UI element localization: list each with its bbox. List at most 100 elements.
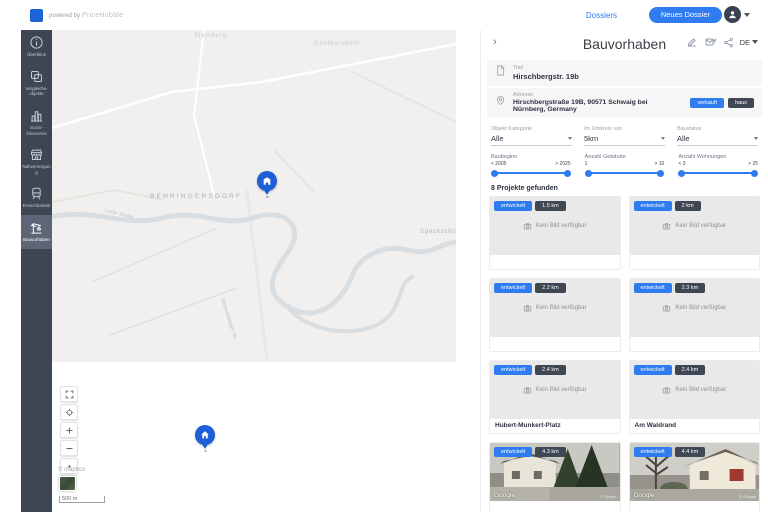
sidebar-item-ueberblick[interactable]: Überblick [21, 30, 52, 64]
project-title [630, 255, 760, 269]
distance-badge: 2.4 km [535, 365, 566, 375]
property-type-badge[interactable]: haus [728, 98, 754, 108]
minus-icon [65, 444, 74, 453]
project-card[interactable]: entwickelt 1.5 km Kein Bild verfügbar [489, 196, 621, 270]
sidebar-item-sozio-oekonomie[interactable]: Sozio-Ökonomie [21, 103, 52, 142]
project-card[interactable]: entwickelt 4.4 km Google © Google [629, 442, 761, 512]
share-icon[interactable] [723, 37, 734, 48]
app-window: powered by PriceHubble Dossiers Neues Do… [0, 0, 768, 512]
no-image-text: Kein Bild verfügbar [536, 223, 587, 229]
map-tiles: Steinberg Günthersbühl BEHRINGERSDORF Sp… [52, 30, 456, 362]
zoom-out-button[interactable] [60, 440, 78, 456]
top-bar: powered by PriceHubble Dossiers Neues Do… [0, 0, 768, 30]
project-card[interactable]: entwickelt 2 km Kein Bild verfügbar [629, 196, 761, 270]
map-label-behringersdorf: BEHRINGERSDORF [150, 193, 242, 200]
project-title [490, 255, 620, 269]
document-icon [495, 64, 506, 82]
filter-value: Alle [677, 134, 690, 143]
chevron-down-icon [754, 137, 758, 140]
distance-badge: 4.3 km [535, 447, 566, 457]
google-watermark: Google [634, 492, 655, 499]
filter-label: Im Umkreis von [584, 126, 665, 132]
project-title: Hubert-Munkert-Platz [490, 419, 620, 433]
bauvorhaben-panel: › Bauvorhaben [480, 30, 768, 512]
building-icon [262, 176, 272, 186]
language-selector[interactable]: DE [740, 38, 758, 47]
collapse-panel-icon[interactable]: › [493, 37, 497, 48]
distance-badge: 4.4 km [675, 447, 706, 457]
home-icon [200, 430, 210, 440]
filter-label: Objekt Kategorie [491, 126, 572, 132]
chevron-down-icon [744, 13, 750, 17]
person-icon [727, 9, 738, 20]
map-marker-project[interactable] [257, 171, 277, 191]
project-title [490, 337, 620, 351]
distance-badge: 2.3 km [675, 283, 706, 293]
map-marker-subject[interactable] [195, 425, 215, 445]
sidebar-item-label: Vergleichs-objekte [22, 86, 51, 97]
mapbox-attribution[interactable]: © mapbox [58, 467, 85, 473]
info-icon [29, 35, 44, 50]
filter-umkreis[interactable]: Im Umkreis von 5km [584, 126, 665, 146]
camera-icon [662, 222, 671, 230]
slider-max: > 2025 [555, 161, 570, 167]
deal-type-badge[interactable]: verkauft [690, 98, 724, 108]
user-menu[interactable] [724, 6, 750, 23]
google-attribution: © Google [600, 494, 617, 499]
no-image-text: Kein Bild verfügbar [675, 223, 726, 229]
slider-max: > 10 [654, 161, 664, 167]
layer-switcher-thumbnail[interactable] [59, 476, 76, 491]
sidebar-item-bauvorhaben[interactable]: Bauvorhaben [21, 215, 52, 249]
sidebar-item-erreichbarkeit[interactable]: Erreichbarkeit [21, 181, 52, 215]
sidebar-item-nahversorgung[interactable]: Nahversorgung [21, 142, 52, 181]
map-label-steinberg: Steinberg [194, 33, 227, 39]
slider-handle[interactable] [751, 170, 758, 177]
status-badge: entwickelt [494, 365, 532, 375]
slider-handle[interactable] [564, 170, 571, 177]
distance-badge: 2.2 km [535, 283, 566, 293]
filter-objekt-kategorie[interactable]: Objekt Kategorie Alle [491, 126, 572, 146]
new-dossier-button[interactable]: Neues Dossier [649, 7, 722, 23]
slider-min: < 2005 [491, 161, 506, 167]
project-card[interactable]: entwickelt 2.2 km Kein Bild verfügbar [489, 278, 621, 352]
zoom-in-button[interactable] [60, 422, 78, 438]
status-badge: entwickelt [634, 365, 672, 375]
status-badge: entwickelt [634, 283, 672, 293]
brand-wordmark: PriceHubble [82, 12, 123, 19]
edit-icon[interactable] [686, 36, 698, 48]
slider-handle[interactable] [657, 170, 664, 177]
filter-baustatus[interactable]: Baustatus Alle [677, 126, 758, 146]
chevron-down-icon [661, 137, 665, 140]
export-mail-icon[interactable] [704, 36, 717, 48]
no-image-text: Kein Bild verfügbar [536, 305, 587, 311]
status-badge: entwickelt [494, 447, 532, 457]
status-badge: entwickelt [634, 447, 672, 457]
project-title [630, 501, 760, 512]
project-card[interactable]: entwickelt 2.4 km Kein Bild verfügbar Hu… [489, 360, 621, 434]
project-cards-grid: entwickelt 1.5 km Kein Bild verfügbar [481, 196, 768, 512]
crane-icon [29, 220, 44, 235]
fullscreen-button[interactable] [60, 386, 78, 402]
titel-value: Hirschbergstr. 19b [513, 72, 579, 81]
filter-value: Alle [491, 134, 504, 143]
slider-handle[interactable] [678, 170, 685, 177]
slider-handle[interactable] [585, 170, 592, 177]
google-watermark: Google [494, 492, 515, 499]
map-label-speckschlag: Speckschlag [420, 229, 456, 235]
slider-baubeginn: Baubeginn < 2005 > 2025 [491, 154, 571, 177]
project-card[interactable]: entwickelt 2.4 km Kein Bild verfügbar Am… [629, 360, 761, 434]
train-icon [29, 186, 44, 201]
project-card[interactable]: entwickelt 4.3 km Google © Google [489, 442, 621, 512]
dossiers-link[interactable]: Dossiers [586, 11, 617, 20]
avatar[interactable] [724, 6, 741, 23]
map-controls [60, 386, 78, 474]
sidebar-item-vergleichsobjekte[interactable]: Vergleichs-objekte [21, 64, 52, 103]
locate-button[interactable] [60, 404, 78, 420]
map-canvas[interactable]: Steinberg Günthersbühl BEHRINGERSDORF Sp… [52, 30, 480, 512]
slider-handle[interactable] [491, 170, 498, 177]
no-image-text: Kein Bild verfügbar [675, 305, 726, 311]
map-pin-icon [495, 94, 506, 112]
camera-icon [523, 386, 532, 394]
project-card[interactable]: entwickelt 2.3 km Kein Bild verfügbar [629, 278, 761, 352]
app-logo [30, 9, 43, 22]
